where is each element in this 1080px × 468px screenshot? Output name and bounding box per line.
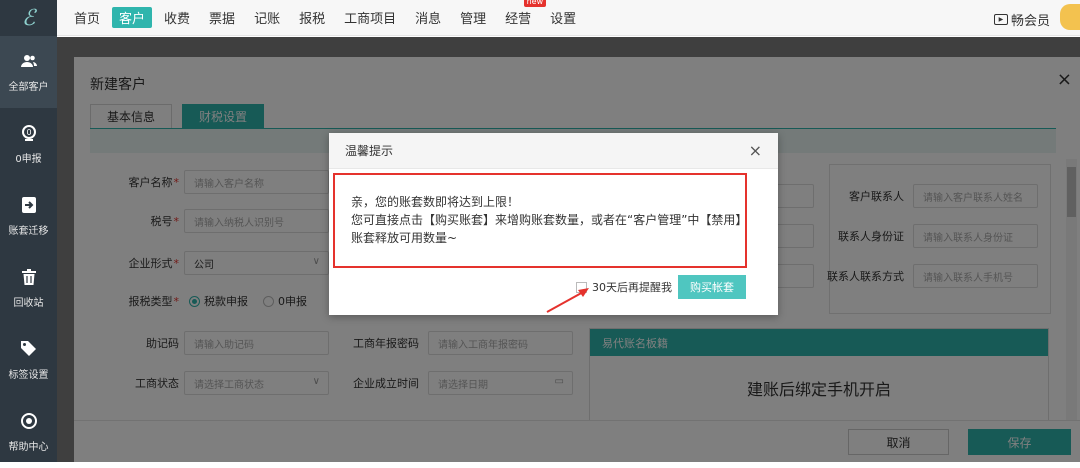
sidebar-item-label: 全部客户: [8, 81, 49, 93]
migrate-icon: [20, 196, 38, 214]
zero-report-icon: 0: [20, 124, 38, 142]
remind-label: 30天后再提醒我: [592, 281, 672, 294]
modal-line: 账套释放可用数量~: [351, 231, 458, 245]
users-icon: [20, 52, 38, 70]
app-logo: ℰ: [21, 5, 36, 31]
sidebar-item-zero-report[interactable]: 0 0申报: [0, 108, 57, 180]
sidebar-item-tags[interactable]: 标签设置: [0, 324, 57, 396]
help-icon: [20, 412, 38, 430]
nav-operations[interactable]: 经营 new: [498, 0, 547, 28]
sidebar-item-label: 0申报: [15, 153, 42, 165]
play-icon: ▶: [993, 14, 1008, 25]
nav-messages[interactable]: 消息: [408, 7, 448, 28]
top-nav: 首页 客户 收费 票据 记账 报税 工商项目 消息 管理 经营 new 设置 ▶ …: [57, 0, 1080, 36]
modal-title: 温馨提示: [329, 133, 778, 169]
red-arrow-icon: [546, 288, 589, 313]
sidebar-item-label: 标签设置: [8, 369, 49, 381]
tag-icon: [20, 340, 38, 358]
nav-home[interactable]: 首页: [67, 7, 107, 28]
svg-text:0: 0: [26, 128, 31, 137]
avatar[interactable]: [1060, 4, 1080, 30]
sidebar: ℰ 全部客户 0 0申报 账套迁移 回收站 标签设置 帮助中心: [0, 0, 57, 462]
sidebar-item-label: 帮助中心: [8, 441, 49, 453]
sidebar-item-label: 账套迁移: [8, 225, 49, 237]
nav-settings[interactable]: 设置: [543, 7, 583, 28]
vip-link[interactable]: ▶ 畅会员: [993, 10, 1050, 29]
buy-accounts-button[interactable]: 购买帐套: [678, 275, 746, 299]
sidebar-item-trash[interactable]: 回收站: [0, 252, 57, 324]
nav-operations-label: 经营: [505, 12, 532, 27]
sidebar-item-label: 回收站: [13, 297, 44, 309]
modal-line: 您可直接点击【购买账套】来增购账套数量，或者在“客户管理”中【禁用】: [351, 213, 748, 227]
nav-business-projects[interactable]: 工商项目: [337, 7, 403, 28]
nav-customers[interactable]: 客户: [112, 7, 153, 28]
new-badge: new: [523, 0, 547, 7]
nav-invoices[interactable]: 票据: [202, 7, 242, 28]
trash-icon: [20, 268, 38, 286]
sidebar-item-help[interactable]: 帮助中心: [0, 396, 57, 468]
modal-line: 亲，您的账套数即将达到上限！: [351, 195, 520, 209]
nav-tax[interactable]: 报税: [292, 7, 332, 28]
modal-message: 亲，您的账套数即将达到上限！ 您可直接点击【购买账套】来增购账套数量，或者在“客…: [333, 173, 747, 268]
close-icon[interactable]: ×: [749, 141, 762, 160]
nav-management[interactable]: 管理: [453, 7, 493, 28]
nav-bookkeeping[interactable]: 记账: [247, 7, 287, 28]
vip-label: 畅会员: [1010, 14, 1050, 29]
sidebar-item-migrate[interactable]: 账套迁移: [0, 180, 57, 252]
nav-fees[interactable]: 收费: [157, 7, 197, 28]
sidebar-item-all-customers[interactable]: 全部客户: [0, 36, 57, 108]
